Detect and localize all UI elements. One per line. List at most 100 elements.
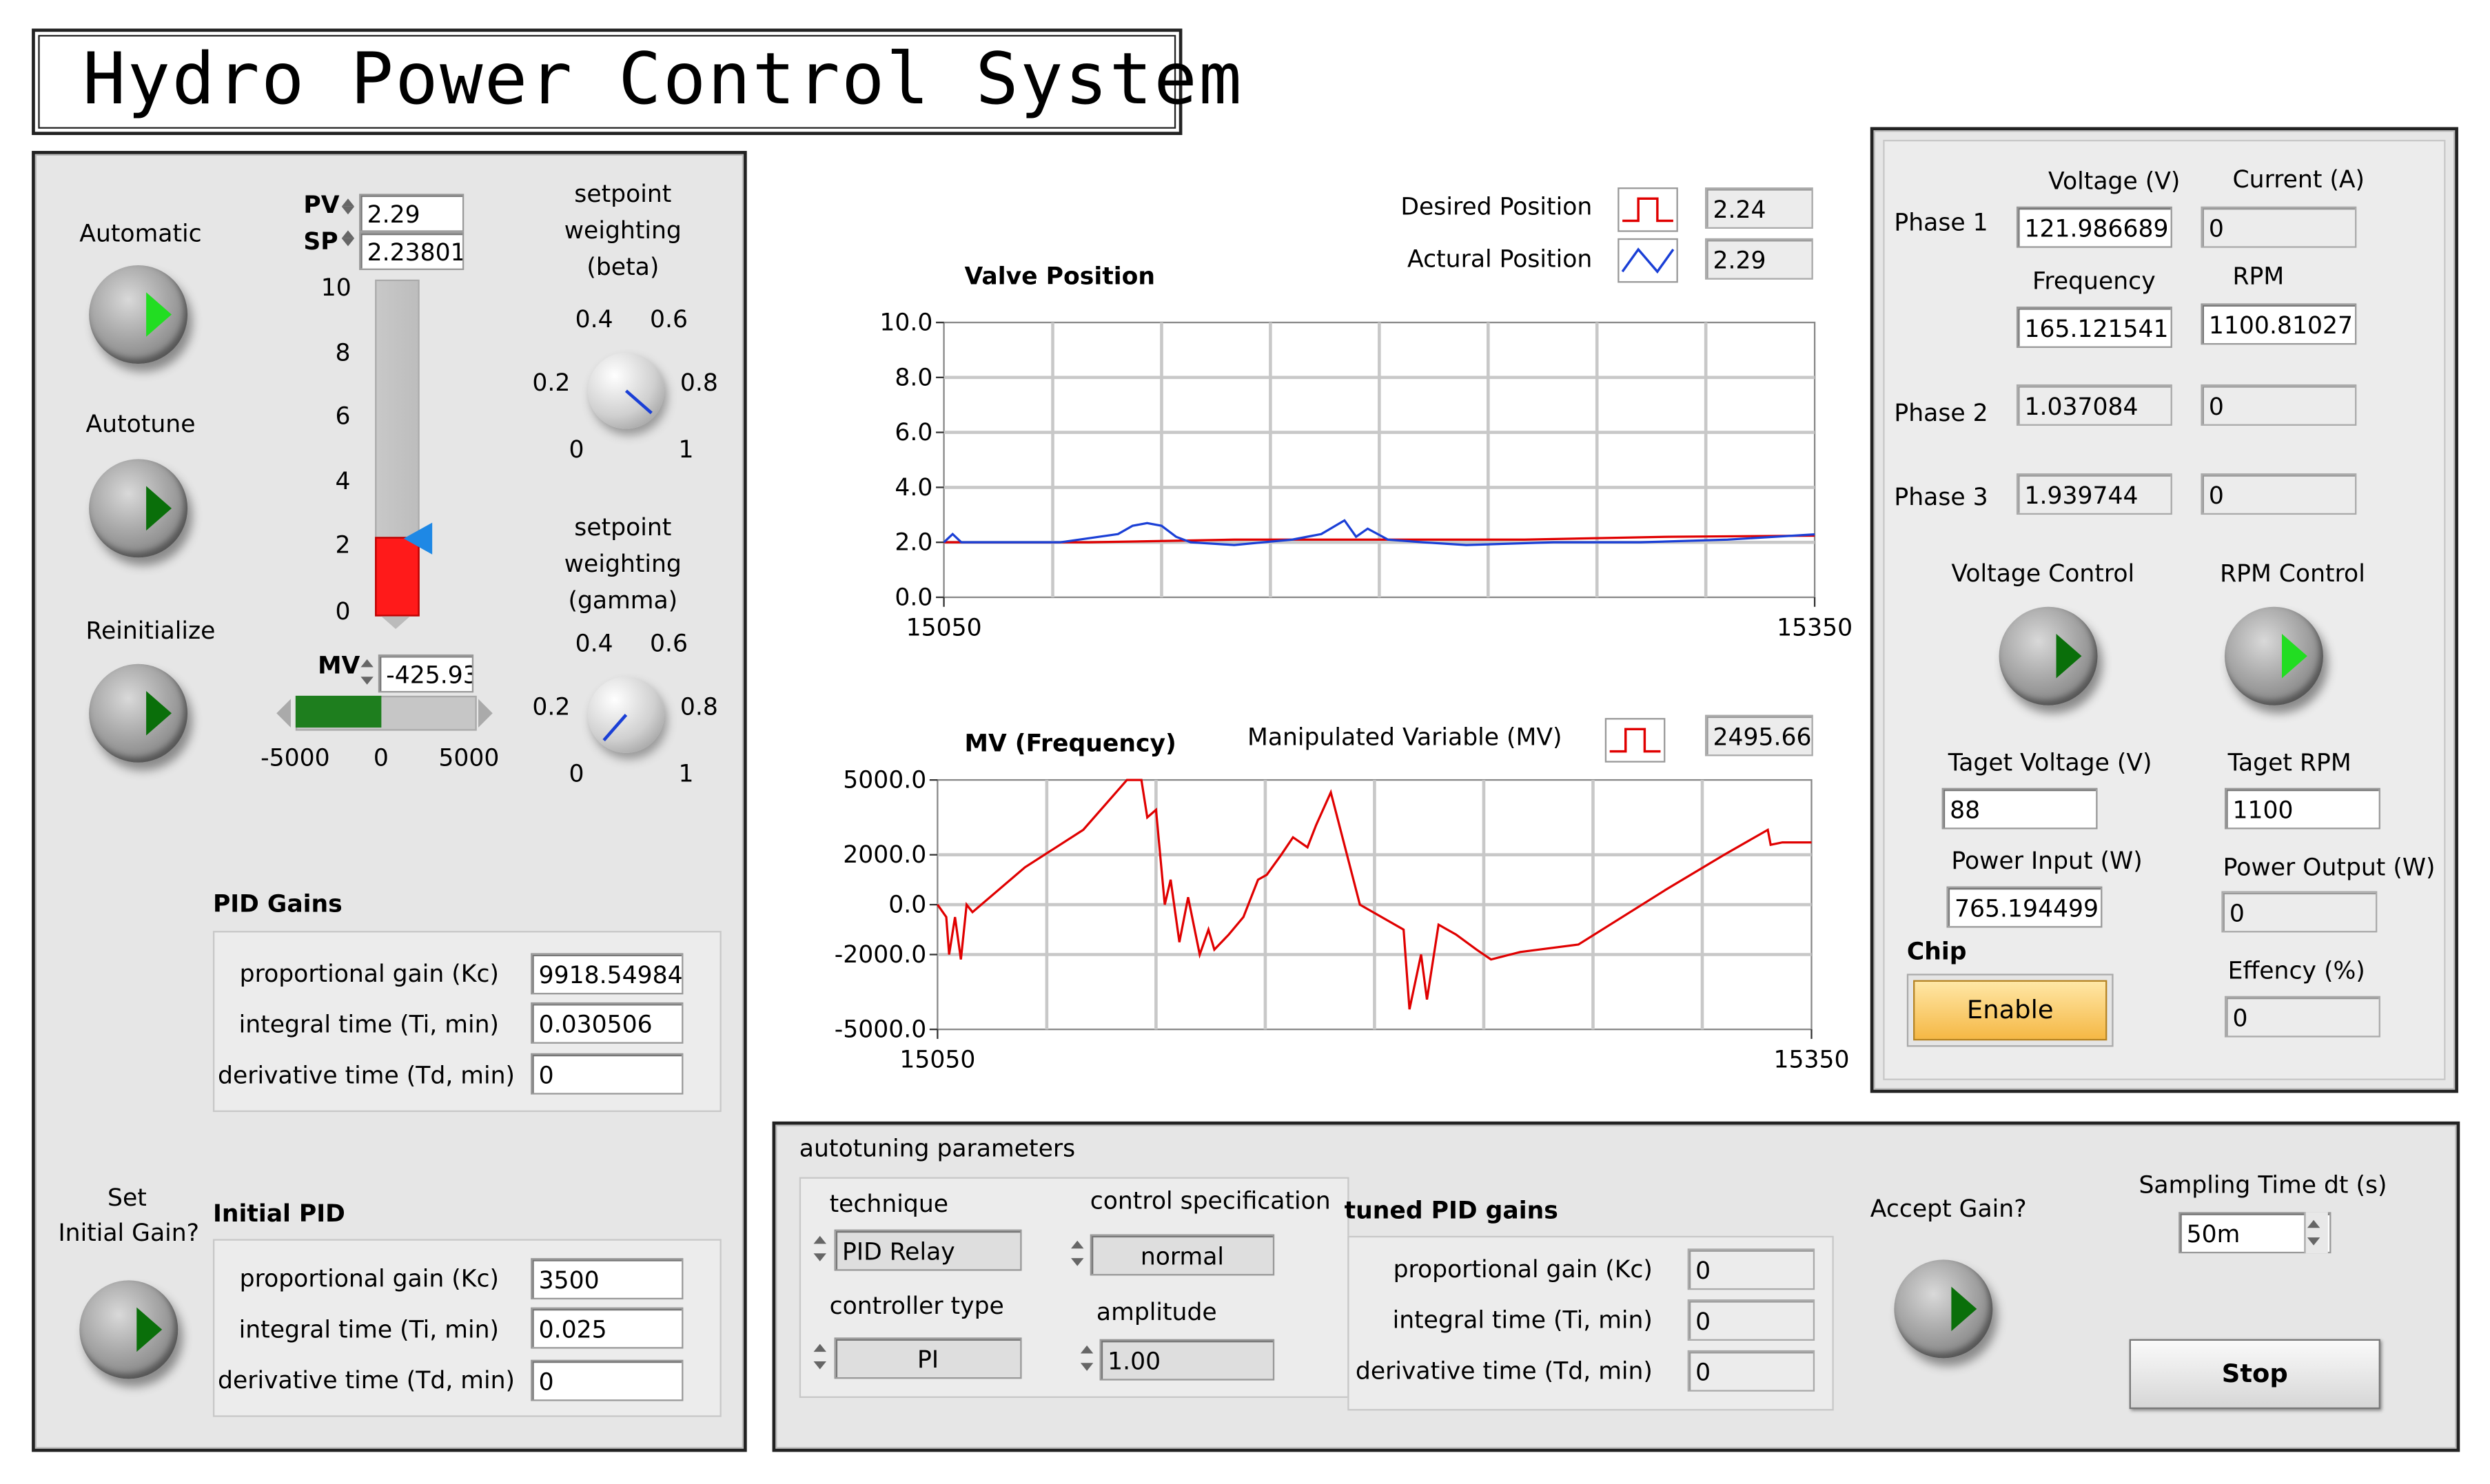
target-voltage-label: Taget Voltage (V) <box>1948 748 2152 777</box>
reinitialize-label: Reinitialize <box>85 616 216 646</box>
pid-kc-field[interactable]: 9918.54984 <box>531 953 684 995</box>
set-initial-gain-label-2: Initial Gain? <box>58 1218 200 1247</box>
x-tick-label: 15050 <box>899 1046 975 1073</box>
led-on-indicator-icon <box>146 292 172 337</box>
initial-kc-field[interactable]: 3500 <box>531 1258 684 1300</box>
sp-marker-icon[interactable] <box>403 522 433 555</box>
knob-tick: 1 <box>678 759 694 788</box>
pv-label: PV <box>303 190 340 220</box>
reinitialize-toggle[interactable] <box>89 663 188 763</box>
initial-ti-field[interactable]: 0.025 <box>531 1307 684 1349</box>
y-tick-label: 4.0 <box>895 474 932 502</box>
beta-label-2: weighting <box>564 216 682 245</box>
sp-value-field[interactable]: 2.23801 <box>359 231 465 270</box>
p1-rpm-field: 1100.81027 <box>2201 303 2357 345</box>
amplitude-label: amplitude <box>1096 1297 1217 1327</box>
target-rpm-field[interactable]: 1100 <box>2224 787 2380 829</box>
controller-type-spinner-icon[interactable] <box>812 1336 828 1377</box>
mv-frequency-chart[interactable]: 5000.0 2000.0 0.0 -2000.0 -5000.015050 15350 <box>826 763 1859 1096</box>
p3-voltage-field: 1.939744 <box>2016 473 2172 515</box>
knob-tick: 0 <box>569 759 584 788</box>
enable-button[interactable]: Enable <box>1913 980 2108 1041</box>
slider-bottom-arrow-icon <box>381 616 410 630</box>
amplitude-field[interactable]: 1.00 <box>1099 1339 1275 1381</box>
control-spec-label: control specification <box>1090 1186 1331 1215</box>
led-off-indicator-icon <box>146 486 172 531</box>
pv-spinner-icon[interactable] <box>340 191 356 223</box>
mv-spinner-icon[interactable] <box>359 651 375 692</box>
rpm-header: RPM <box>2232 262 2285 291</box>
actual-value-field: 2.29 <box>1705 238 1813 280</box>
automatic-toggle[interactable] <box>89 265 188 364</box>
y-tick-label: 8.0 <box>895 364 932 391</box>
y-tick-label: 2000.0 <box>843 841 926 869</box>
pid-td-field[interactable]: 0 <box>531 1053 684 1095</box>
accept-gain-toggle[interactable] <box>1894 1259 1993 1359</box>
initial-pid-title: Initial PID <box>212 1199 345 1228</box>
initial-kc-label: proportional gain (Kc) <box>239 1264 499 1293</box>
sampling-time-label: Sampling Time dt (s) <box>2139 1171 2387 1199</box>
pid-td-label: derivative time (Td, min) <box>217 1061 516 1090</box>
sp-label: SP <box>303 227 338 256</box>
set-initial-gain-toggle[interactable] <box>79 1280 178 1379</box>
mv-tick: -5000 <box>261 743 330 772</box>
pv-value-field[interactable]: 2.29 <box>359 194 465 232</box>
rpm-control-toggle[interactable] <box>2224 606 2323 705</box>
phase3-label: Phase 3 <box>1894 482 1988 512</box>
mv-right-arrow-icon[interactable] <box>478 699 493 728</box>
legend-actual-label: Actural Position <box>1407 245 1593 274</box>
legend-desired-label: Desired Position <box>1400 192 1593 221</box>
knob-tick: 0.4 <box>575 629 613 658</box>
pid-gains-title: PID Gains <box>212 889 343 918</box>
knob-tick: 0.6 <box>650 305 688 334</box>
beta-knob-pointer-icon <box>624 389 653 415</box>
technique-label: technique <box>829 1189 949 1219</box>
technique-spinner-icon[interactable] <box>812 1228 828 1269</box>
led-on-indicator-icon <box>2281 633 2307 679</box>
initial-td-field[interactable]: 0 <box>531 1359 684 1401</box>
voltage-control-label: Voltage Control <box>1951 559 2135 588</box>
knob-tick: 0.8 <box>680 368 718 398</box>
knob-tick: 0.4 <box>575 305 613 334</box>
y-tick-label: 6.0 <box>895 419 932 446</box>
slider-tick: 2 <box>335 530 351 559</box>
chip-label: Chip <box>1906 937 1967 966</box>
sampling-time-spinner-icon[interactable] <box>2304 1212 2328 1254</box>
pid-ti-field[interactable]: 0.030506 <box>531 1002 684 1044</box>
valve-position-chart[interactable]: 10.0 8.0 6.0 4.0 2.0 0.0 15050 15350 <box>858 310 1859 652</box>
target-rpm-label: Taget RPM <box>2227 748 2351 777</box>
control-spec-select[interactable]: normal <box>1090 1234 1275 1276</box>
p2-current-field: 0 <box>2201 384 2357 426</box>
actual-plot-style-icon[interactable] <box>1618 238 1678 283</box>
set-initial-gain-label-1: Set <box>108 1183 147 1213</box>
beta-label-1: setpoint <box>574 179 672 209</box>
target-voltage-field[interactable]: 88 <box>1941 787 2098 829</box>
desired-plot-style-icon[interactable] <box>1618 187 1678 232</box>
valve-chart-title: Valve Position <box>964 262 1155 291</box>
amplitude-spinner-icon[interactable] <box>1079 1337 1095 1379</box>
controller-type-select[interactable]: PI <box>834 1337 1022 1379</box>
mv-tick: 5000 <box>438 743 500 772</box>
slider-tick: 0 <box>335 597 351 626</box>
slider-tick: 6 <box>335 402 351 431</box>
tuned-td-label: derivative time (Td, min) <box>1355 1357 1653 1385</box>
autotune-toggle[interactable] <box>89 459 188 558</box>
voltage-header: Voltage (V) <box>2048 167 2181 196</box>
mv-left-arrow-icon[interactable] <box>276 699 291 728</box>
mv-chart-value-field: 2495.66 <box>1705 714 1813 756</box>
right-inner-panel <box>1883 139 2446 1080</box>
pid-ti-label: integral time (Ti, min) <box>238 1010 499 1039</box>
mv-plot-style-icon[interactable] <box>1604 718 1666 763</box>
y-tick-label: 5000.0 <box>843 767 926 794</box>
gamma-label-1: setpoint <box>574 513 672 542</box>
led-off-indicator-icon <box>2056 633 2082 679</box>
voltage-control-toggle[interactable] <box>1999 606 2098 705</box>
control-spec-spinner-icon[interactable] <box>1070 1233 1085 1274</box>
technique-select[interactable]: PID Relay <box>834 1229 1022 1271</box>
frequency-header: Frequency <box>2032 267 2156 296</box>
stop-button[interactable]: Stop <box>2129 1339 2380 1410</box>
sp-spinner-icon[interactable] <box>340 223 356 254</box>
page-title: Hydro Power Control System <box>82 37 1243 121</box>
initial-td-label: derivative time (Td, min) <box>217 1366 516 1395</box>
mv-value-field[interactable]: -425.93 <box>378 654 474 693</box>
